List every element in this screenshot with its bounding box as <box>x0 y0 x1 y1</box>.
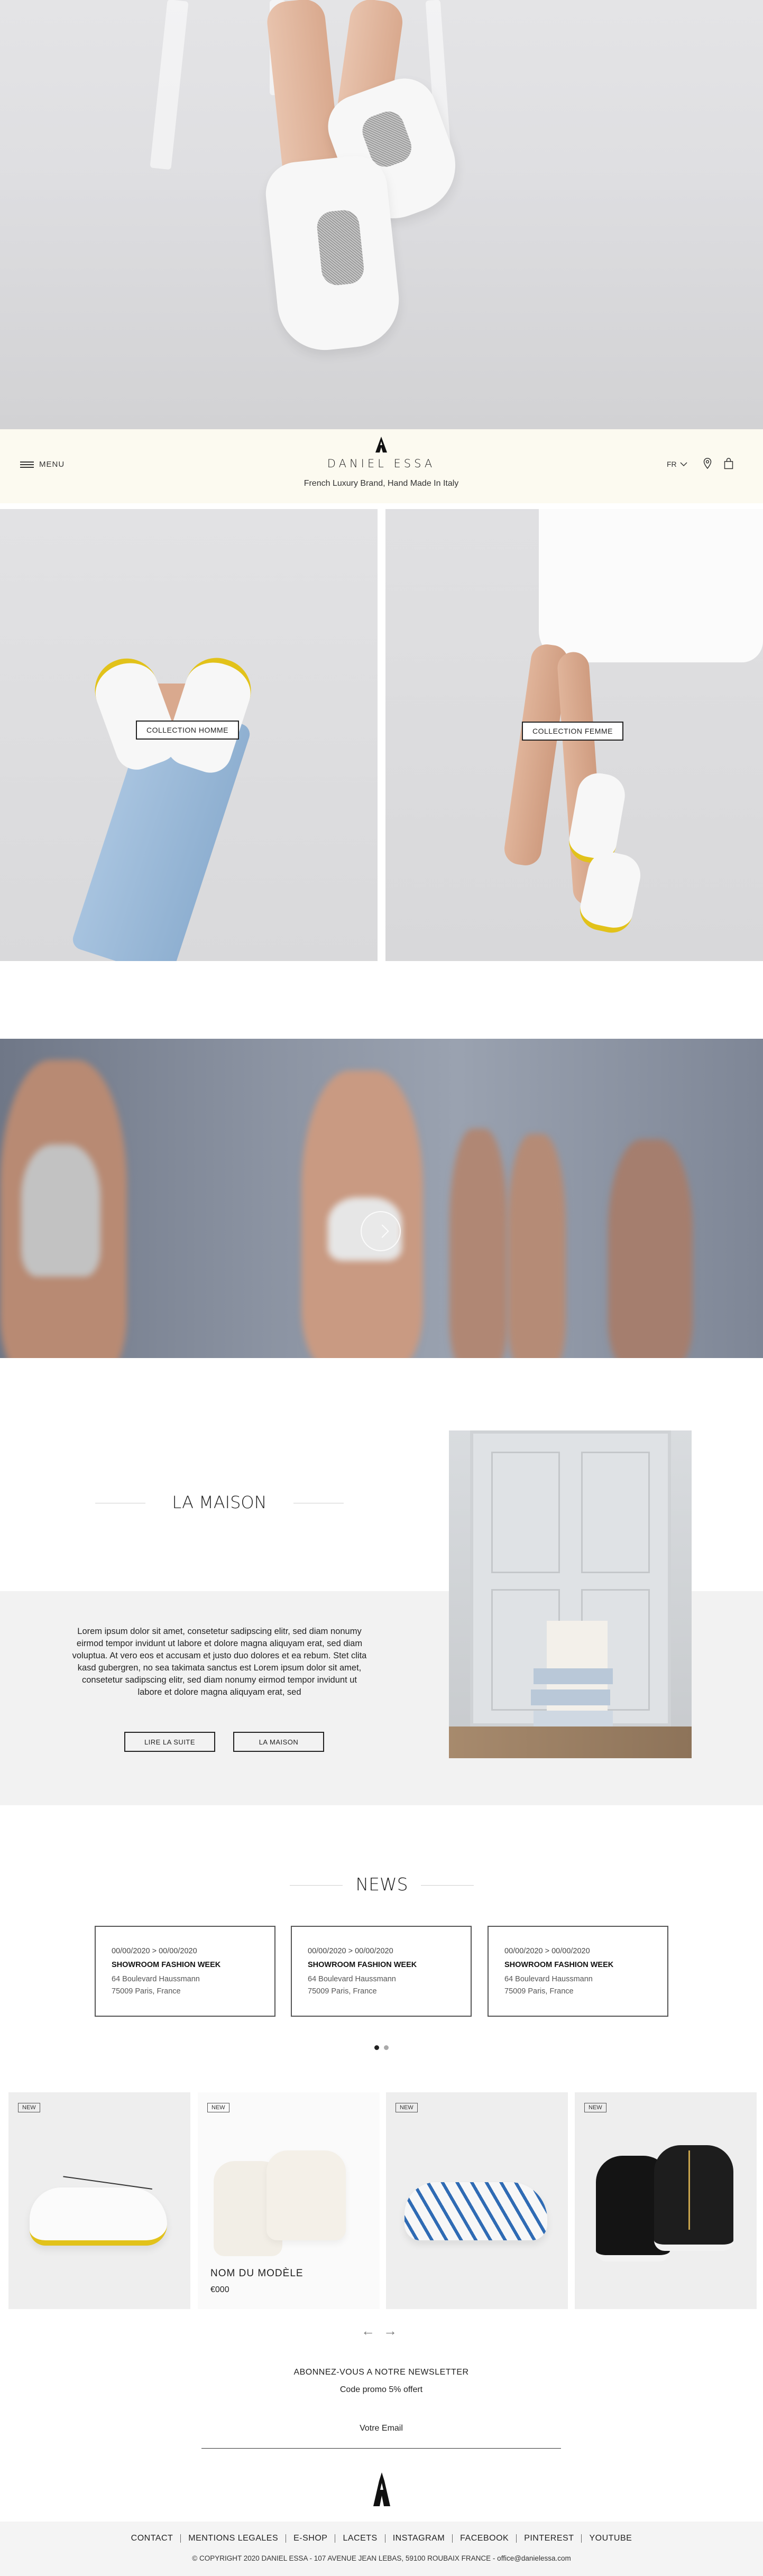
divider-line <box>421 1885 474 1886</box>
news-date: 00/00/2020 > 00/00/2020 <box>308 1947 393 1955</box>
logo-icon <box>375 437 387 453</box>
news-card[interactable]: 00/00/2020 > 00/00/2020 SHOWROOM FASHION… <box>291 1926 472 2017</box>
pagination-dot-active[interactable] <box>374 2045 379 2050</box>
product-card[interactable]: NEW <box>575 2092 757 2309</box>
carousel-prev-arrow[interactable]: ← <box>361 2324 375 2338</box>
product-card[interactable]: NEW <box>8 2092 190 2309</box>
logo-icon <box>373 2472 390 2506</box>
news-address: 64 Boulevard Haussmann <box>112 1975 200 1983</box>
footer-link-mentions-legales[interactable]: MENTIONS LEGALES <box>181 2534 286 2543</box>
news-title: NEWS <box>355 1874 408 1895</box>
news-date: 00/00/2020 > 00/00/2020 <box>112 1947 197 1955</box>
menu-button[interactable]: MENU <box>20 460 65 469</box>
footer-link-youtube[interactable]: YOUTUBE <box>582 2534 639 2543</box>
news-city: 75009 Paris, France <box>308 1987 377 1996</box>
play-video-button[interactable] <box>361 1211 401 1251</box>
language-selector[interactable]: FR <box>667 460 687 468</box>
collection-homme-panel[interactable]: COLLECTION HOMME <box>0 509 378 961</box>
new-badge: NEW <box>584 2103 606 2112</box>
collection-femme-button[interactable]: COLLECTION FEMME <box>522 722 623 741</box>
news-date: 00/00/2020 > 00/00/2020 <box>504 1947 590 1955</box>
menu-label: MENU <box>39 460 65 469</box>
collection-homme-button[interactable]: COLLECTION HOMME <box>136 721 240 740</box>
footer-link-lacets[interactable]: LACETS <box>335 2534 384 2543</box>
hero-image <box>0 0 763 429</box>
shopping-bag-icon[interactable] <box>724 458 733 469</box>
pagination-dot[interactable] <box>384 2045 389 2050</box>
news-title: SHOWROOM FASHION WEEK <box>112 1961 221 1969</box>
footer-link-pinterest[interactable]: PINTEREST <box>517 2534 581 2543</box>
news-card[interactable]: 00/00/2020 > 00/00/2020 SHOWROOM FASHION… <box>488 1926 668 2017</box>
newsletter-title: ABONNEZ-VOUS A NOTRE NEWSLETTER <box>293 2368 469 2377</box>
new-badge: NEW <box>18 2103 40 2112</box>
news-card[interactable]: 00/00/2020 > 00/00/2020 SHOWROOM FASHION… <box>95 1926 275 2017</box>
footer-nav: CONTACT MENTIONS LEGALES E-SHOP LACETS I… <box>0 2534 763 2543</box>
news-title: SHOWROOM FASHION WEEK <box>504 1961 614 1969</box>
hamburger-icon <box>20 461 34 468</box>
footer-link-instagram[interactable]: INSTAGRAM <box>385 2534 452 2543</box>
new-badge: NEW <box>207 2103 229 2112</box>
maison-description: Lorem ipsum dolor sit amet, consetetur s… <box>72 1627 367 1697</box>
divider-line <box>290 1885 343 1886</box>
footer-link-contact[interactable]: CONTACT <box>124 2534 181 2543</box>
newsletter-email-input[interactable] <box>201 2416 561 2449</box>
news-title: SHOWROOM FASHION WEEK <box>308 1961 417 1969</box>
news-address: 64 Boulevard Haussmann <box>504 1975 593 1983</box>
brand-name: DANIEL ESSA <box>327 457 436 470</box>
product-name: NOM DU MODÈLE <box>210 2268 304 2279</box>
collection-femme-panel[interactable]: COLLECTION FEMME <box>385 509 763 961</box>
product-price: €000 <box>210 2285 229 2294</box>
footer-link-facebook[interactable]: FACEBOOK <box>453 2534 516 2543</box>
product-card-featured[interactable]: NEW NOM DU MODÈLE €000 <box>198 2092 380 2309</box>
newsletter-subtitle: Code promo 5% offert <box>339 2385 423 2394</box>
news-address: 64 Boulevard Haussmann <box>308 1975 396 1983</box>
carousel-next-arrow[interactable]: → <box>383 2324 397 2338</box>
copyright: © COPYRIGHT 2020 DANIEL ESSA - 107 AVENU… <box>192 2554 571 2562</box>
product-card[interactable]: NEW <box>386 2092 568 2309</box>
read-more-button[interactable]: LIRE LA SUITE <box>124 1732 215 1752</box>
footer <box>0 2522 763 2576</box>
runway-video[interactable] <box>0 1039 763 1358</box>
location-pin-icon[interactable] <box>703 458 712 469</box>
news-city: 75009 Paris, France <box>504 1987 574 1996</box>
brand-tagline: French Luxury Brand, Hand Made In Italy <box>304 479 459 488</box>
language-label: FR <box>667 460 677 468</box>
chevron-down-icon <box>680 462 687 467</box>
maison-title: LA MAISON <box>172 1492 267 1512</box>
footer-link-eshop[interactable]: E-SHOP <box>286 2534 335 2543</box>
new-badge: NEW <box>396 2103 418 2112</box>
news-city: 75009 Paris, France <box>112 1987 181 1996</box>
la-maison-button[interactable]: LA MAISON <box>233 1732 324 1752</box>
brand-logo[interactable]: DANIEL ESSA <box>302 437 461 470</box>
maison-photo <box>449 1430 692 1758</box>
